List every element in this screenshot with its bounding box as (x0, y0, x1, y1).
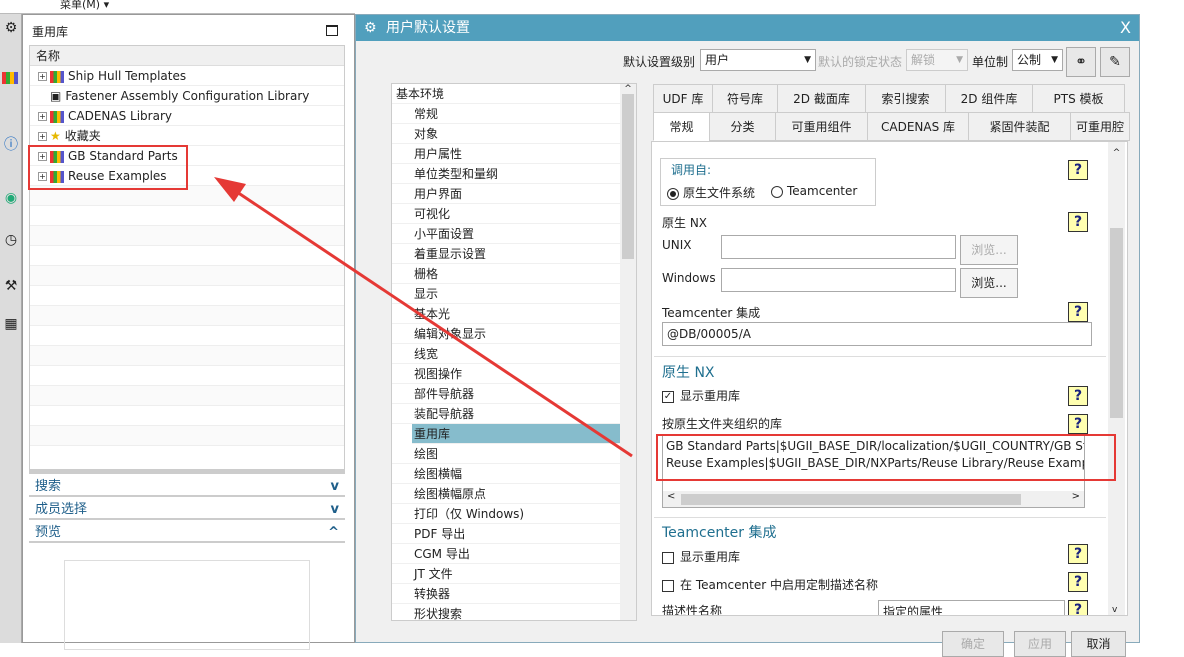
annotation-arrow (214, 177, 633, 458)
